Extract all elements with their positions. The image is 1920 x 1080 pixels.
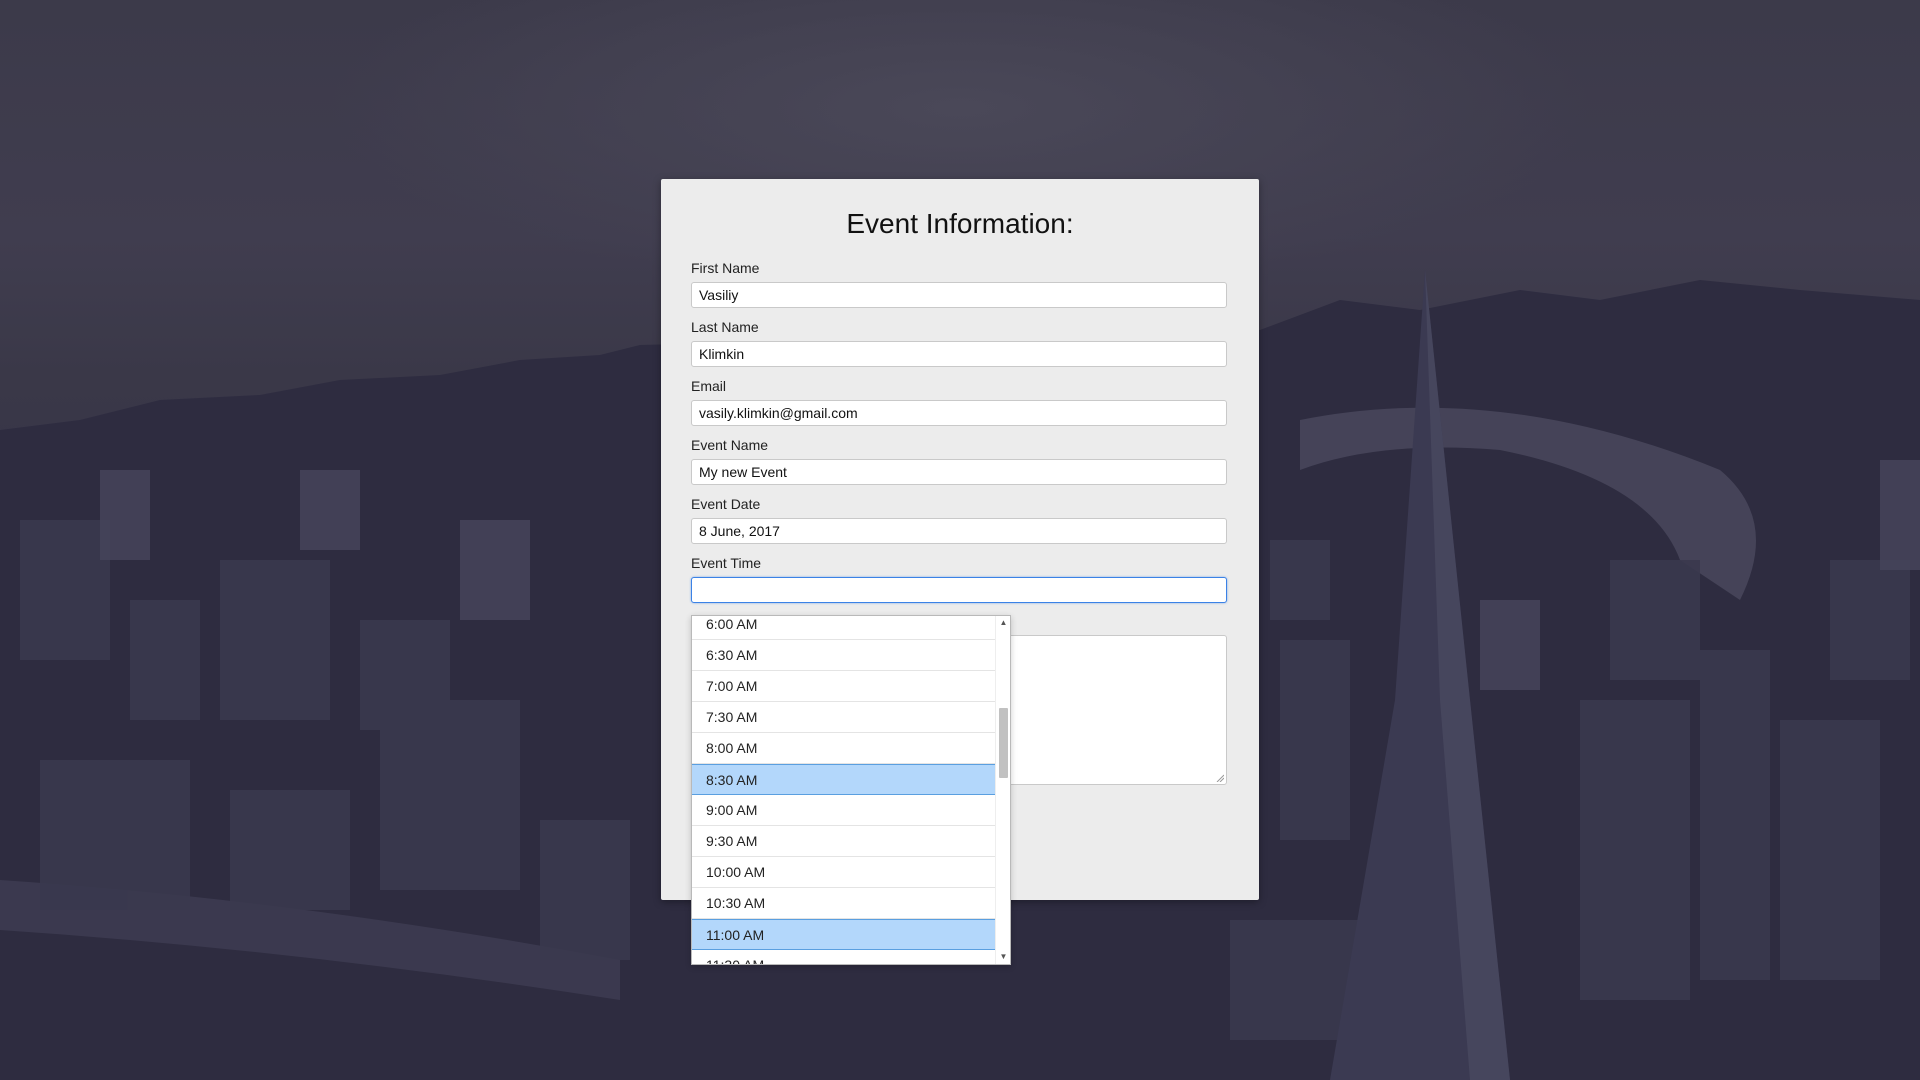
last-name-input[interactable]: Klimkin (691, 341, 1227, 367)
email-label: Email (691, 378, 727, 394)
first-name-input[interactable]: Vasiliy (691, 282, 1227, 308)
time-option[interactable]: 6:30 AM (692, 640, 996, 671)
time-option[interactable]: 9:30 AM (692, 826, 996, 857)
event-name-input[interactable]: My new Event (691, 459, 1227, 485)
time-option[interactable]: 10:30 AM (692, 888, 996, 919)
dropdown-scrollbar[interactable]: ▲ ▼ (995, 616, 1010, 964)
scrollbar-thumb[interactable] (999, 708, 1008, 778)
last-name-label: Last Name (691, 319, 759, 335)
time-option[interactable]: 10:00 AM (692, 857, 996, 888)
triangle-down-icon[interactable]: ▼ (996, 950, 1010, 964)
time-option[interactable]: 7:30 AM (692, 702, 996, 733)
time-option[interactable]: 11:00 AM (692, 919, 996, 950)
event-date-label: Event Date (691, 496, 761, 512)
event-date-input[interactable]: 8 June, 2017 (691, 518, 1227, 544)
form-title: Event Information: (846, 208, 1074, 239)
time-option[interactable]: 11:30 AM (692, 950, 996, 964)
first-name-label: First Name (691, 260, 760, 276)
time-option[interactable]: 6:00 AM (692, 616, 996, 640)
time-option[interactable]: 8:00 AM (692, 733, 996, 764)
time-option[interactable]: 8:30 AM (692, 764, 996, 795)
event-time-input[interactable] (691, 577, 1227, 603)
event-name-label: Event Name (691, 437, 769, 453)
event-time-dropdown[interactable]: 6:00 AM 6:30 AM 7:00 AM 7:30 AM 8:00 AM 8:30 … (691, 615, 1011, 965)
triangle-up-icon[interactable]: ▲ (996, 616, 1010, 630)
resize-handle-icon[interactable] (1216, 774, 1224, 782)
email-input[interactable]: vasily.klimkin@gmail.com (691, 400, 1227, 426)
event-time-label: Event Time (691, 555, 762, 571)
time-option[interactable]: 7:00 AM (692, 671, 996, 702)
time-option[interactable]: 9:00 AM (692, 795, 996, 826)
time-options-list: 6:00 AM 6:30 AM 7:00 AM 7:30 AM 8:00 AM 8:30 … (692, 616, 996, 964)
